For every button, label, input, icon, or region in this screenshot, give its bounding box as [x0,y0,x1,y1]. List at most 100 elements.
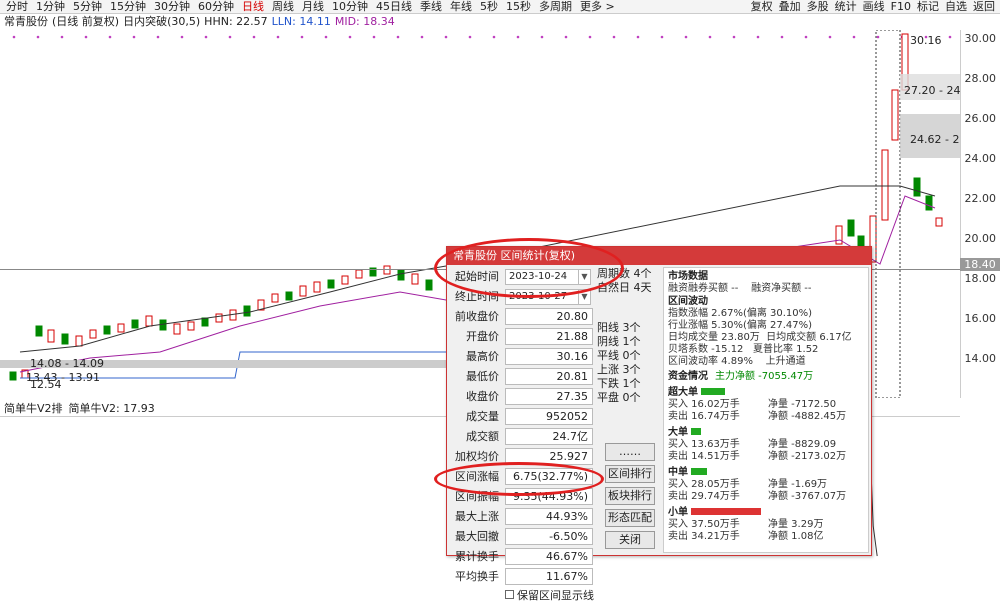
candle [215,313,223,323]
current-price-tag: 18.40 [960,258,1000,271]
stat-label: 累计换手 [455,550,499,563]
candle [857,235,865,247]
stat-value: 27.35 [505,388,593,405]
sector-rank-button[interactable]: 板块排行 [605,487,655,505]
lln-value: LLN: 14.11 [271,15,331,28]
period-label: (日线 前复权) [52,15,120,28]
highlight-circle [434,462,604,496]
tool-button[interactable]: 多股 [804,0,832,14]
signal-dot [60,35,64,39]
order-type: 超大单 [668,386,864,399]
stat-label: 开盘价 [466,330,499,343]
tool-button[interactable]: 标记 [914,0,942,14]
signal-dot [828,35,832,39]
period-tab[interactable]: 10分钟 [328,0,372,14]
signal-dot [396,35,400,39]
tool-button[interactable]: 统计 [832,0,860,14]
signal-dot [780,35,784,39]
period-tab[interactable]: 45日线 [372,0,416,14]
period-tab[interactable]: 1分钟 [32,0,69,14]
candle [925,195,933,211]
more-button[interactable]: …… [605,443,655,461]
candle [299,285,307,297]
period-tab[interactable]: 周线 [268,0,298,14]
axis-tick-label: 20.00 [964,232,997,245]
keep-line-option[interactable]: 保留区间显示线 [451,587,597,603]
tool-button[interactable]: F10 [888,0,914,14]
signal-dot [540,35,544,39]
signal-dot [228,35,232,39]
period-tab[interactable]: 季线 [416,0,446,14]
signal-dot [564,35,568,39]
stat-label: 成交额 [466,430,499,443]
signal-dot [756,35,760,39]
stat-label: 成交量 [466,410,499,423]
signal-dot [516,35,520,39]
indicator-info: 常青股份 (日线 前复权) 日内突破(30,5) HHN: 22.57 LLN:… [4,15,395,29]
pattern-match-button[interactable]: 形态匹配 [605,509,655,527]
market-data-panel: 市场数据 融资融券买额 -- 融资净买额 -- 区间波动 指数涨幅 2.67%(… [663,267,869,553]
period-tab[interactable]: 30分钟 [150,0,194,14]
period-tab[interactable]: 5分钟 [69,0,106,14]
candle [61,333,69,345]
signal-dot [660,35,664,39]
stat-value: 20.81 [505,368,593,385]
stat-label: 最低价 [466,370,499,383]
candle [425,279,433,291]
beta-row: 贝塔系数 -15.12 夏普比率 1.52 [668,344,819,355]
signal-dot [372,35,376,39]
tool-buttons: 复权 叠加 多股 统计 画线 F10 标记 自选 返回 [748,0,998,14]
industry-change: 行业涨幅 5.30%(偏离 27.47%) [668,320,813,331]
signal-dot [252,35,256,39]
candle [201,317,209,327]
close-button[interactable]: 关闭 [605,531,655,549]
stat-row: 前收盘价 20.80 [451,307,597,327]
signal-dot [348,35,352,39]
signal-dot [732,35,736,39]
period-tab[interactable]: 15秒 [502,0,535,14]
candle [397,269,405,281]
order-type: 小单 [668,506,864,519]
stat-row: 累计换手 46.67% [451,547,597,567]
candle [835,225,843,245]
tool-button[interactable]: 返回 [970,0,998,14]
avg-volume-row: 日均成交量 23.80万 日均成交额 6.17亿 [668,332,852,343]
tool-button[interactable]: 自选 [942,0,970,14]
period-tab[interactable]: 分时 [2,0,32,14]
stat-value: 24.7亿 [505,428,593,445]
margin-row: 融资融券买额 -- 融资净买额 -- [668,283,812,294]
period-tab[interactable]: 多周期 [535,0,576,14]
signal-dot [636,35,640,39]
period-tab[interactable]: 5秒 [476,0,502,14]
yang-count: 阳线 3个 [597,321,641,334]
checkbox[interactable] [505,590,514,599]
period-tab[interactable]: 日线 [238,0,268,14]
stat-value: 20.80 [505,308,593,325]
signal-dot [156,35,160,39]
tool-button[interactable]: 画线 [860,0,888,14]
sub-indicator-value: 简单牛V2: 17.93 [68,402,155,415]
period-tab[interactable]: 更多 > [576,0,619,14]
period-tab[interactable]: 15分钟 [106,0,150,14]
stat-row: 成交量 952052 [451,407,597,427]
tool-button[interactable]: 复权 [748,0,776,14]
axis-tick-label: 26.00 [964,112,997,125]
candle [913,177,921,197]
signal-dot [276,35,280,39]
period-tab[interactable]: 年线 [446,0,476,14]
candle [355,269,363,279]
period-tab[interactable]: 60分钟 [194,0,238,14]
yin-count: 阴线 1个 [597,335,641,348]
stat-row: 成交额 24.7亿 [451,427,597,447]
candle [313,281,321,293]
tool-button[interactable]: 叠加 [776,0,804,14]
interval-rank-button[interactable]: 区间排行 [605,465,655,483]
signal-dot [804,35,808,39]
signal-dot [300,35,304,39]
period-tab[interactable]: 月线 [298,0,328,14]
period-tabs: 分时 1分钟 5分钟 15分钟 30分钟 60分钟 日线 周线 月线 10分钟 45日线 季线 年线 5秒… [2,0,619,14]
low-range-label: 14.08 - 14.09 [30,357,104,370]
flatclose-count: 平盘 0个 [597,391,641,404]
signal-dot [588,35,592,39]
stat-value: 952052 [505,408,593,425]
